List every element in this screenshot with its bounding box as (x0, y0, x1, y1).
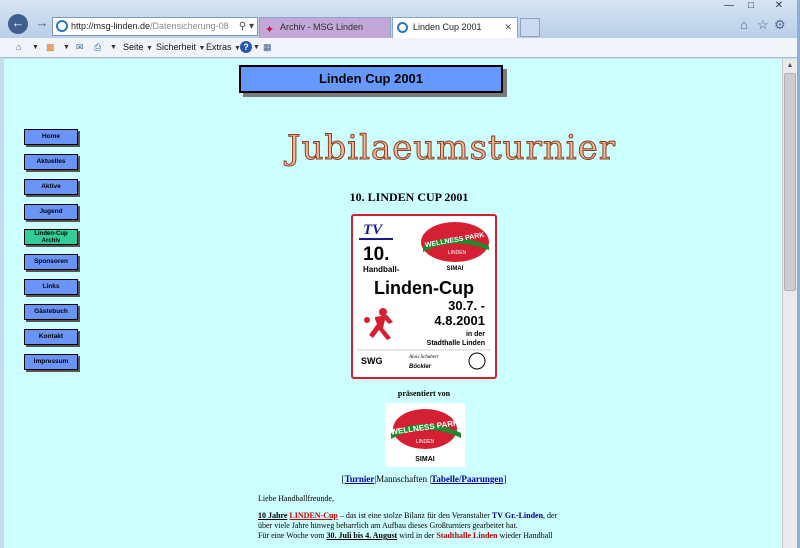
text-span: 30. Juli bis 4. August (326, 531, 398, 540)
stadthalle-link[interactable]: Stadthalle Linden (436, 531, 497, 540)
poster-graphic: TV 10. WELLNESS PARK LINDEN SIMAI Handba… (357, 222, 491, 370)
minimize-button[interactable]: — (718, 0, 740, 13)
text-span: Für eine Woche vom (258, 531, 325, 540)
poster-handball: Handball- (363, 265, 400, 274)
gear-icon[interactable]: ⚙ (774, 17, 786, 33)
tab-label: Archiv - MSG Linden (280, 22, 364, 32)
address-bar[interactable]: http://msg-linden.de/Datensicherung-08 ⚲… (52, 17, 258, 36)
text-span: , der (543, 511, 558, 520)
mail-icon[interactable]: ✉ (76, 41, 84, 54)
vertical-scrollbar[interactable]: ▲ (782, 59, 797, 548)
page-viewport: Linden Cup 2001 Home Aktuelles Aktive Ju… (4, 59, 782, 548)
back-button[interactable]: ← (8, 14, 28, 34)
sidebar-item-linden-cup-archiv[interactable]: Linden-Cup Archiv (24, 229, 78, 245)
research-icon[interactable]: ▦ (263, 41, 272, 54)
sidebar-item-impressum[interactable]: Impressum (24, 354, 78, 370)
command-bar: ⌂ ▼ ▩ ▼ ✉ ⎙ ▼ Seite ▼ Sicherheit ▼ Extra… (0, 38, 800, 58)
tv-linden-link[interactable]: TV Gr.-Linden (492, 511, 543, 520)
chevron-down-icon[interactable]: ▼ (63, 41, 70, 54)
text-span: – das ist eine stolze Bilanz für den Ver… (339, 511, 490, 520)
tournament-poster: TV 10. WELLNESS PARK LINDEN SIMAI Handba… (351, 214, 497, 379)
maximize-button[interactable]: □ (740, 0, 762, 13)
sponsor-logo-graphic: WELLNESS PARK LINDEN SIMAI (385, 403, 465, 467)
sidebar-item-label: Archiv (41, 238, 61, 244)
tabelle-link[interactable]: Tabelle/Paarungen (431, 474, 503, 484)
text-span: 10 Jahre (258, 511, 288, 520)
poster-cup: Linden-Cup (374, 278, 474, 298)
text-span: wieder Handball (499, 531, 553, 540)
poster-sponsor-boeckler: Böckler (409, 364, 432, 370)
poster-sponsor-line3: SIMAI (447, 266, 464, 272)
print-icon[interactable]: ⎙ (94, 41, 101, 54)
security-menu[interactable]: Sicherheit ▼ (156, 41, 205, 55)
scrollbar-thumb[interactable] (784, 73, 796, 291)
sidebar-item-aktuelles[interactable]: Aktuelles (24, 154, 78, 170)
ie-icon (56, 20, 68, 32)
wellness-park-sponsor-logo[interactable]: WELLNESS PARK LINDEN SIMAI (385, 403, 465, 467)
search-icon[interactable]: ⚲ ▾ (239, 18, 254, 35)
tournament-nav: [Turnier|Mannschaften |Tabelle/Paarungen… (341, 474, 507, 484)
chevron-down-icon[interactable]: ▼ (253, 41, 260, 54)
browser-titlebar: ← → http://msg-linden.de/Datensicherung-… (0, 0, 800, 38)
sponsor-line2: LINDEN (416, 439, 435, 445)
turnier-link[interactable]: Turnier (345, 474, 375, 484)
forward-button[interactable]: → (32, 14, 52, 34)
tab-archiv[interactable]: ✦ Archiv - MSG Linden (259, 17, 391, 38)
poster-sponsor-seal (468, 352, 486, 370)
site-favicon-icon: ✦ (265, 24, 275, 36)
scroll-up-arrow-icon[interactable]: ▲ (783, 59, 797, 73)
presented-by-label: präsentiert von (397, 389, 451, 398)
sidebar-item-home[interactable]: Home (24, 129, 78, 145)
handball-player-icon (364, 308, 393, 340)
home-icon[interactable]: ⌂ (740, 17, 748, 32)
new-tab-button[interactable] (520, 18, 540, 37)
help-icon[interactable]: ? (240, 41, 252, 53)
poster-sponsor-line2: LINDEN (448, 250, 467, 256)
sidebar-item-kontakt[interactable]: Kontakt (24, 329, 78, 345)
close-tab-icon[interactable]: ✕ (504, 18, 512, 37)
text-span: wird in der (399, 531, 435, 540)
tab-label: Linden Cup 2001 (413, 22, 482, 32)
sponsor-line3: SIMAI (415, 456, 435, 463)
ie-icon (397, 22, 408, 33)
poster-number: 10. (363, 244, 389, 265)
close-window-button[interactable]: ✕ (762, 0, 796, 13)
sidebar-item-gaestebuch[interactable]: Gästebuch (24, 304, 78, 320)
sidebar-item-links[interactable]: Links (24, 279, 78, 295)
poster-sponsor-swg: SWG (361, 356, 383, 366)
text-span: über viele Jahre hinweg beharrlich am Au… (258, 521, 518, 530)
poster-sponsor-schubert: Alois Schubert (408, 355, 439, 360)
page-header: Linden Cup 2001 (239, 65, 503, 93)
home-icon[interactable]: ⌂ (16, 41, 21, 54)
rss-feed-icon[interactable]: ▩ (46, 41, 55, 54)
tab-linden-cup[interactable]: Linden Cup 2001 ✕ (392, 17, 518, 38)
mannschaften-label: Mannschaften (376, 474, 428, 484)
chevron-down-icon[interactable]: ▼ (32, 41, 39, 54)
chevron-down-icon[interactable]: ▼ (110, 41, 117, 54)
tv-logo: TV (363, 222, 384, 238)
sidebar-item-jugend[interactable]: Jugend (24, 204, 78, 220)
poster-loc1: in der (466, 331, 485, 338)
greeting-text: Liebe Handballfreunde, (258, 494, 334, 503)
extras-menu[interactable]: Extras ▼ (206, 41, 241, 55)
sidebar-item-aktive[interactable]: Aktive (24, 179, 78, 195)
address-host: http://msg-linden.de (71, 21, 151, 31)
sidebar-item-sponsoren[interactable]: Sponsoren (24, 254, 78, 270)
linden-cup-link[interactable]: LINDEN-Cup (289, 511, 337, 520)
favorites-star-icon[interactable]: ☆ (757, 17, 769, 33)
jubilaeumsturnier-headline: Jubilaeumsturnier (287, 128, 616, 169)
intro-text: 10 Jahre LINDEN-Cup – das ist eine stolz… (258, 511, 598, 541)
poster-date2: 4.8.2001 (434, 313, 485, 328)
page-menu[interactable]: Seite ▼ (123, 41, 153, 55)
page-title: 10. LINDEN CUP 2001 (349, 190, 469, 204)
poster-date1: 30.7. - (448, 298, 485, 313)
address-path: /Datensicherung-08 (150, 21, 229, 31)
sidebar-item-label: Linden-Cup (34, 231, 68, 237)
poster-loc2: Stadthalle Linden (427, 340, 485, 347)
